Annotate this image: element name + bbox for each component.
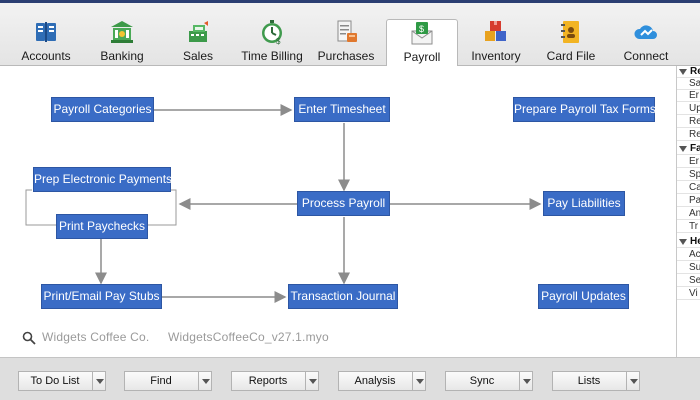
node-print-email-pay-stubs[interactable]: Print/Email Pay Stubs bbox=[41, 284, 162, 309]
tab-time-billing[interactable]: $ Time Billing bbox=[236, 19, 308, 65]
side-panel-header[interactable]: He bbox=[677, 236, 700, 248]
find-button[interactable]: Find bbox=[124, 371, 212, 391]
side-panel-item[interactable]: Vi bbox=[677, 288, 700, 300]
side-panel-item[interactable]: Er bbox=[677, 90, 700, 102]
address-book-icon bbox=[561, 21, 579, 43]
node-payroll-categories[interactable]: Payroll Categories bbox=[51, 97, 154, 122]
tab-label: Sales bbox=[182, 49, 214, 63]
to-do-list-button[interactable]: To Do List bbox=[18, 371, 106, 391]
collapse-triangle-icon bbox=[679, 146, 687, 152]
node-payroll-updates[interactable]: Payroll Updates bbox=[538, 284, 629, 309]
side-panel-item[interactable]: Up bbox=[677, 103, 700, 115]
side-panel-item[interactable]: Re bbox=[677, 129, 700, 141]
button-label: Sync bbox=[469, 375, 495, 387]
side-panel-item[interactable]: Sp bbox=[677, 169, 700, 181]
dropdown-arrow-icon[interactable] bbox=[519, 372, 532, 390]
payroll-flowchart: Payroll Categories Enter Timesheet Prepa… bbox=[0, 66, 676, 357]
tab-payroll[interactable]: $ Payroll bbox=[386, 19, 458, 66]
pay-envelope-icon: $ bbox=[411, 22, 433, 45]
tab-label: Banking bbox=[100, 49, 144, 63]
node-prepare-payroll-tax-forms[interactable]: Prepare Payroll Tax Forms bbox=[513, 97, 656, 122]
node-transaction-journal[interactable]: Transaction Journal bbox=[288, 284, 398, 309]
tab-label: Time Billing bbox=[241, 49, 303, 63]
bank-icon bbox=[111, 21, 133, 43]
tab-label: Connect bbox=[623, 49, 669, 63]
tab-purchases[interactable]: Purchases bbox=[310, 19, 382, 65]
cash-register-icon bbox=[189, 21, 208, 42]
svg-text:$: $ bbox=[419, 24, 424, 34]
side-panel-item[interactable]: Ca bbox=[677, 182, 700, 194]
side-panel-item[interactable]: Pa bbox=[677, 195, 700, 207]
side-panel: Re Sa Er Up Re Re Fa Er Sp Ca Pa An Tr H… bbox=[676, 66, 700, 357]
boxes-icon bbox=[485, 21, 506, 41]
svg-text:$: $ bbox=[276, 37, 281, 45]
node-print-paychecks[interactable]: Print Paychecks bbox=[56, 214, 148, 239]
receipt-icon bbox=[337, 20, 357, 42]
dropdown-arrow-icon[interactable] bbox=[198, 372, 211, 390]
side-panel-header[interactable]: Fa bbox=[677, 143, 700, 155]
command-center-tabbar: Accounts Banking Sales $ Time Billing Pu… bbox=[0, 0, 700, 66]
tab-connect[interactable]: Connect bbox=[610, 19, 682, 65]
sync-button[interactable]: Sync bbox=[445, 371, 533, 391]
side-panel-item[interactable]: Tr bbox=[677, 221, 700, 233]
lists-button[interactable]: Lists bbox=[552, 371, 640, 391]
paycheck-group-bracket bbox=[25, 189, 56, 226]
node-pay-liabilities[interactable]: Pay Liabilities bbox=[543, 191, 625, 216]
tab-sales[interactable]: Sales bbox=[162, 19, 234, 65]
node-prep-electronic-payments[interactable]: Prep Electronic Payments bbox=[33, 167, 172, 192]
tab-label: Inventory bbox=[471, 49, 521, 63]
analysis-button[interactable]: Analysis bbox=[338, 371, 426, 391]
tab-banking[interactable]: Banking bbox=[86, 19, 158, 65]
collapse-triangle-icon bbox=[679, 239, 687, 245]
search-icon[interactable] bbox=[22, 331, 36, 345]
node-enter-timesheet[interactable]: Enter Timesheet bbox=[294, 97, 390, 122]
tab-card-file[interactable]: Card File bbox=[535, 19, 607, 65]
button-label: Analysis bbox=[354, 375, 396, 387]
side-panel-item[interactable]: Se bbox=[677, 275, 700, 287]
node-process-payroll[interactable]: Process Payroll bbox=[297, 191, 390, 216]
button-label: Lists bbox=[577, 375, 601, 387]
collapse-triangle-icon bbox=[679, 69, 687, 75]
tab-accounts[interactable]: Accounts bbox=[10, 19, 82, 65]
tab-label: Payroll bbox=[403, 50, 441, 64]
button-label: Find bbox=[150, 375, 172, 387]
tab-label: Purchases bbox=[317, 49, 375, 63]
side-panel-item[interactable]: An bbox=[677, 208, 700, 220]
stopwatch-icon: $ bbox=[262, 20, 282, 45]
reports-button[interactable]: Reports bbox=[231, 371, 319, 391]
side-panel-item[interactable]: Sa bbox=[677, 78, 700, 90]
dropdown-arrow-icon[interactable] bbox=[412, 372, 425, 390]
side-panel-header[interactable]: Re bbox=[677, 66, 700, 78]
side-panel-item[interactable]: Re bbox=[677, 116, 700, 128]
side-panel-item[interactable]: Er bbox=[677, 156, 700, 168]
button-label: Reports bbox=[248, 375, 288, 387]
cloud-sync-icon bbox=[634, 25, 657, 39]
dropdown-arrow-icon[interactable] bbox=[92, 372, 105, 390]
side-panel-item[interactable]: Su bbox=[677, 262, 700, 274]
dropdown-arrow-icon[interactable] bbox=[626, 372, 639, 390]
tab-label: Card File bbox=[546, 49, 596, 63]
company-file-name: WidgetsCoffeeCo_v27.1.myo bbox=[168, 330, 329, 344]
tab-label: Accounts bbox=[21, 49, 71, 63]
bottom-toolbar: To Do List Find Reports Analysis Sync Li… bbox=[0, 357, 700, 400]
company-name: Widgets Coffee Co. bbox=[42, 330, 150, 344]
side-panel-item[interactable]: Ac bbox=[677, 249, 700, 261]
button-label: To Do List bbox=[30, 375, 80, 387]
paycheck-group-bracket bbox=[146, 189, 177, 226]
ledger-icon bbox=[36, 22, 56, 42]
dropdown-arrow-icon[interactable] bbox=[305, 372, 318, 390]
tab-inventory[interactable]: Inventory bbox=[460, 19, 532, 65]
title-accent-line bbox=[0, 0, 700, 3]
